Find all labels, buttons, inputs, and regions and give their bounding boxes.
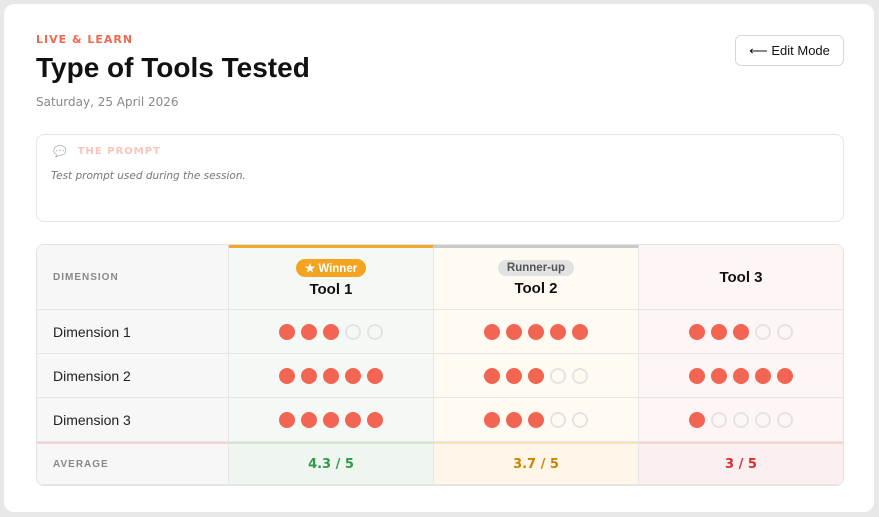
comparison-table: DIMENSION ★ Winner Tool 1 Runner-up Tool 2… (36, 244, 844, 486)
filled-dot-icon (711, 323, 727, 340)
tool-header-2: Runner-up Tool 2 (434, 245, 639, 310)
filled-dot-icon (484, 323, 500, 340)
filled-dot-icon (689, 411, 705, 428)
prompt-text: Test prompt used during the session. (51, 170, 246, 182)
filled-dot-icon (367, 411, 383, 428)
filled-dot-icon (506, 323, 522, 340)
rating-dots (689, 323, 793, 340)
dimension-label: Dimension 3 (37, 398, 229, 442)
main-card: LIVE & LEARN Type of Tools Tested Saturd… (4, 4, 874, 512)
filled-dot-icon (528, 411, 544, 428)
filled-dot-icon (484, 411, 500, 428)
filled-dot-icon (711, 367, 727, 384)
average-cell: 4.3 / 5 (229, 442, 434, 485)
tool-name: Tool 2 (514, 280, 558, 297)
dimension-header-label: DIMENSION (53, 271, 119, 283)
prompt-label: THE PROMPT (77, 146, 161, 157)
filled-dot-icon (301, 411, 317, 428)
filled-dot-icon (279, 323, 295, 340)
average-value: 4.3 / 5 (308, 456, 354, 472)
filled-dot-icon (733, 367, 749, 384)
rating-dots (279, 323, 383, 340)
winner-badge: ★ Winner (295, 259, 367, 277)
date: Saturday, 25 April 2026 (36, 95, 179, 109)
empty-dot-icon (711, 411, 727, 428)
tool-header-1: ★ Winner Tool 1 (229, 245, 434, 310)
average-cell: 3.7 / 5 (434, 442, 639, 485)
average-label-cell: AVERAGE (37, 442, 229, 485)
filled-dot-icon (777, 367, 793, 384)
empty-dot-icon (733, 411, 749, 428)
rating-cell (434, 398, 639, 442)
filled-dot-icon (301, 323, 317, 340)
page-title: Type of Tools Tested (36, 52, 310, 83)
empty-dot-icon (572, 367, 588, 384)
filled-dot-icon (323, 411, 339, 428)
filled-dot-icon (484, 367, 500, 384)
dimension-label: Dimension 1 (37, 310, 229, 354)
tool-name: Tool 1 (309, 281, 353, 298)
empty-dot-icon (550, 411, 566, 428)
rating-cell (639, 398, 843, 442)
filled-dot-icon (572, 323, 588, 340)
empty-dot-icon (345, 323, 361, 340)
rating-cell (229, 310, 434, 354)
filled-dot-icon (506, 367, 522, 384)
dimension-label: Dimension 2 (37, 354, 229, 398)
filled-dot-icon (528, 323, 544, 340)
empty-dot-icon (572, 411, 588, 428)
empty-dot-icon (755, 323, 771, 340)
average-label: AVERAGE (53, 458, 109, 470)
filled-dot-icon (733, 323, 749, 340)
rating-cell (639, 310, 843, 354)
average-value: 3 / 5 (725, 456, 757, 472)
speech-bubble-icon: 💬 (53, 145, 68, 158)
average-cell: 3 / 5 (639, 442, 843, 485)
rating-cell (229, 398, 434, 442)
filled-dot-icon (301, 367, 317, 384)
filled-dot-icon (323, 367, 339, 384)
filled-dot-icon (279, 411, 295, 428)
dimension-header: DIMENSION (37, 245, 229, 310)
rating-dots (484, 411, 588, 428)
rating-dots (279, 367, 383, 384)
rating-dots (689, 367, 793, 384)
filled-dot-icon (689, 367, 705, 384)
filled-dot-icon (323, 323, 339, 340)
empty-dot-icon (777, 323, 793, 340)
filled-dot-icon (550, 323, 566, 340)
filled-dot-icon (367, 367, 383, 384)
filled-dot-icon (279, 367, 295, 384)
filled-dot-icon (689, 323, 705, 340)
filled-dot-icon (755, 367, 771, 384)
empty-dot-icon (550, 367, 566, 384)
empty-dot-icon (367, 323, 383, 340)
rating-dots (484, 323, 588, 340)
tool-header-3: Tool 3 (639, 245, 843, 310)
filled-dot-icon (345, 367, 361, 384)
runner-up-badge: Runner-up (497, 260, 575, 276)
prompt-box: 💬 THE PROMPT Test prompt used during the … (36, 134, 844, 222)
empty-dot-icon (777, 411, 793, 428)
rating-cell (434, 310, 639, 354)
edit-mode-button[interactable]: ⟵ Edit Mode (735, 35, 844, 66)
filled-dot-icon (345, 411, 361, 428)
rating-cell (639, 354, 843, 398)
eyebrow: LIVE & LEARN (36, 33, 134, 46)
rating-dots (279, 411, 383, 428)
rating-dots (484, 367, 588, 384)
filled-dot-icon (528, 367, 544, 384)
rating-cell (229, 354, 434, 398)
rating-cell (434, 354, 639, 398)
filled-dot-icon (506, 411, 522, 428)
empty-dot-icon (755, 411, 771, 428)
tool-name: Tool 3 (719, 268, 763, 286)
average-value: 3.7 / 5 (513, 456, 559, 472)
rating-dots (689, 411, 793, 428)
